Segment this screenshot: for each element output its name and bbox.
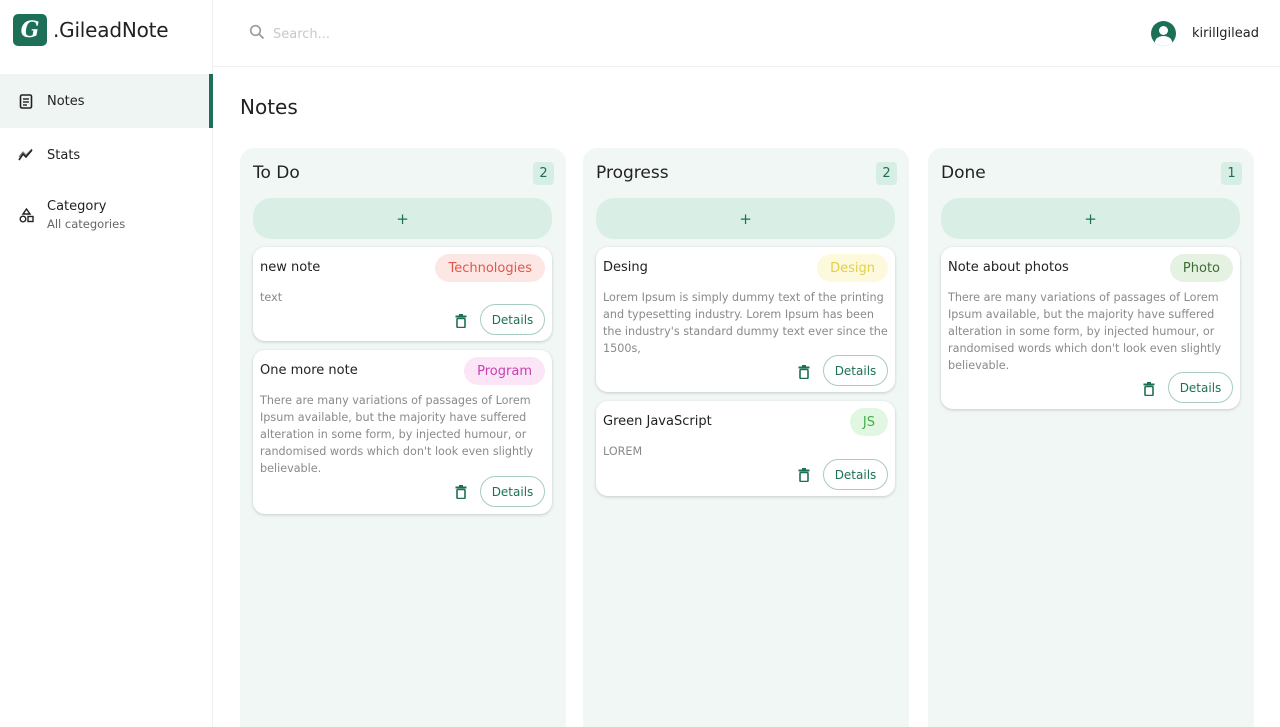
- category-icon: [18, 207, 34, 223]
- note-card[interactable]: One more note Program There are many var…: [253, 350, 552, 514]
- note-title: One more note: [260, 363, 358, 378]
- sidebar-item-label: Stats: [47, 147, 81, 163]
- trash-icon[interactable]: [1143, 381, 1155, 397]
- sidebar-item-category[interactable]: Category All categories: [0, 182, 213, 248]
- note-card[interactable]: new note Technologies text Details: [253, 247, 552, 341]
- note-title: Note about photos: [948, 260, 1069, 275]
- note-tag: Design: [817, 254, 888, 282]
- details-button[interactable]: Details: [823, 459, 888, 490]
- user-menu[interactable]: kirillgilead: [1150, 21, 1259, 46]
- add-note-button[interactable]: +: [253, 198, 552, 239]
- note-text: There are many variations of passages of…: [948, 291, 1222, 372]
- column-count-badge: 2: [533, 162, 554, 185]
- column-done: Done 1 + Note about photos Photo There a…: [928, 148, 1254, 727]
- logo-icon: G: [13, 14, 47, 46]
- notes-icon: [18, 93, 34, 109]
- sidebar-nav: Notes Stats Category All categories: [0, 74, 213, 248]
- avatar-icon: [1150, 21, 1176, 46]
- details-button[interactable]: Details: [480, 476, 545, 507]
- trash-icon[interactable]: [455, 313, 467, 329]
- sidebar-item-stats[interactable]: Stats: [0, 128, 213, 182]
- sidebar-item-sublabel: All categories: [47, 217, 126, 231]
- stats-icon: [18, 147, 34, 163]
- note-title: Desing: [603, 260, 648, 275]
- sidebar-item-notes[interactable]: Notes: [0, 74, 213, 128]
- search-input[interactable]: [273, 26, 473, 42]
- details-button[interactable]: Details: [1168, 372, 1233, 403]
- sidebar: G .GileadNote Notes Stats Category All c…: [0, 0, 213, 727]
- note-tag: JS: [849, 408, 888, 436]
- column-title: Done: [941, 163, 986, 183]
- logo-text: .GileadNote: [53, 18, 169, 42]
- trash-icon[interactable]: [798, 467, 810, 483]
- note-text: Lorem Ipsum is simply dummy text of the …: [603, 291, 888, 355]
- column-count-badge: 2: [876, 162, 897, 185]
- details-button[interactable]: Details: [823, 355, 888, 386]
- details-button[interactable]: Details: [480, 304, 545, 335]
- username: kirillgilead: [1191, 26, 1259, 41]
- trash-icon[interactable]: [798, 364, 810, 380]
- sidebar-item-label: Category: [47, 199, 107, 214]
- note-card[interactable]: Green JavaScript JS LOREM Details: [596, 401, 895, 496]
- search-icon: [249, 24, 265, 44]
- logo[interactable]: G .GileadNote: [13, 14, 169, 46]
- note-tag: Program: [464, 357, 545, 385]
- column-count-badge: 1: [1221, 162, 1242, 185]
- note-text: LOREM: [603, 445, 643, 458]
- column-progress: Progress 2 + Desing Design Lorem Ipsum i…: [583, 148, 909, 727]
- top-bar: kirillgilead: [213, 0, 1280, 67]
- note-card[interactable]: Note about photos Photo There are many v…: [941, 247, 1240, 409]
- column-title: To Do: [253, 163, 300, 183]
- page-title: Notes: [240, 95, 298, 119]
- add-note-button[interactable]: +: [941, 198, 1240, 239]
- search-box: [249, 24, 473, 44]
- sidebar-item-label: Notes: [47, 93, 85, 109]
- column-todo: To Do 2 + new note Technologies text Det…: [240, 148, 566, 727]
- note-tag: Technologies: [435, 254, 545, 282]
- category-text: Category All categories: [47, 199, 125, 231]
- note-card[interactable]: Desing Design Lorem Ipsum is simply dumm…: [596, 247, 895, 392]
- add-note-button[interactable]: +: [596, 198, 895, 239]
- column-title: Progress: [596, 163, 669, 183]
- note-tag: Photo: [1169, 254, 1233, 282]
- trash-icon[interactable]: [455, 484, 467, 500]
- note-title: new note: [260, 260, 321, 275]
- note-title: Green JavaScript: [603, 414, 712, 429]
- note-text: There are many variations of passages of…: [260, 394, 534, 475]
